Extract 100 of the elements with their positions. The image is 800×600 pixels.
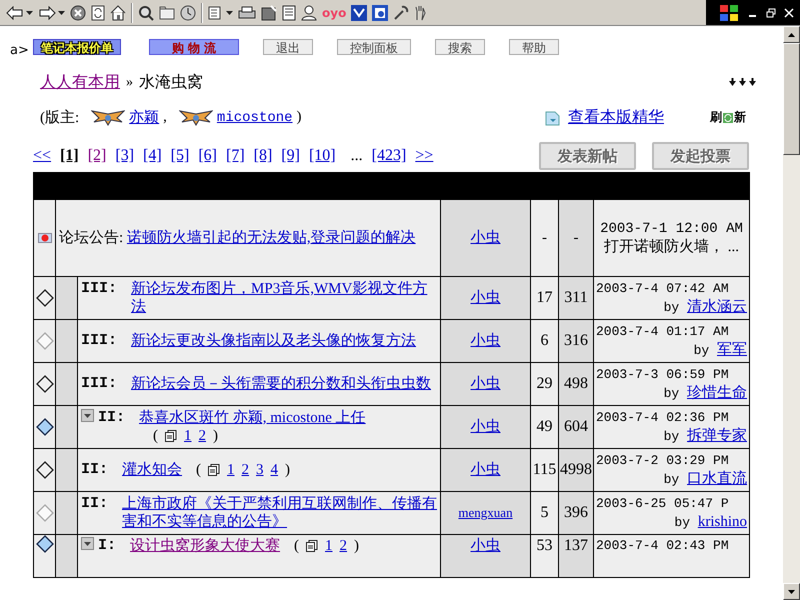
scroll-down-button[interactable] bbox=[783, 583, 800, 600]
nav-prefix: a> bbox=[10, 42, 30, 58]
refresh-label[interactable]: 新 bbox=[734, 109, 746, 126]
scroll-up-button[interactable] bbox=[783, 26, 800, 43]
announcement-label: 论坛公告: bbox=[59, 230, 124, 246]
caret-icon[interactable] bbox=[226, 10, 233, 14]
down-arrows-icon[interactable] bbox=[728, 78, 758, 88]
next-page-link[interactable]: >> bbox=[415, 147, 434, 165]
topic-link[interactable]: 新论坛更改头像指南以及老头像的恢复方法 bbox=[131, 332, 416, 350]
document-icon[interactable] bbox=[282, 4, 296, 20]
topic-page-link[interactable]: 2 bbox=[198, 427, 206, 445]
reply-count: 53 bbox=[536, 537, 552, 554]
topic-link[interactable]: 恭喜水区斑竹 亦颖, micostone 上任 bbox=[139, 409, 366, 427]
scroll-thumb[interactable] bbox=[783, 43, 800, 155]
clock-icon[interactable] bbox=[180, 4, 196, 20]
printer-icon[interactable] bbox=[238, 6, 256, 20]
page-link[interactable]: [3] bbox=[115, 147, 134, 165]
last-poster-link[interactable]: 清水涵云 bbox=[687, 298, 747, 314]
topic-link[interactable]: 新论坛会员－头衔需要的积分数和头衔虫虫数 bbox=[131, 375, 432, 393]
topic-page-link[interactable]: 1 bbox=[184, 427, 192, 445]
by-label: by bbox=[664, 472, 680, 486]
essence-link[interactable]: 查看本版精华 bbox=[568, 107, 664, 128]
topic-link[interactable]: 设计虫窝形象大使大赛 bbox=[130, 537, 280, 555]
back-arrow-icon[interactable] bbox=[6, 6, 24, 20]
restore-icon[interactable] bbox=[766, 8, 776, 18]
topic-page-link[interactable]: 1 bbox=[325, 537, 333, 555]
topic-link[interactable]: 新论坛发布图片，MP3音乐,WMV影视文件方法 bbox=[131, 280, 437, 316]
topic-link[interactable]: 上海市政府《关于严禁利用互联网制作、传播有害和不实等信息的公告》 bbox=[122, 495, 437, 531]
scrollbar-track[interactable] bbox=[783, 26, 800, 600]
page-link[interactable]: [8] bbox=[254, 147, 272, 165]
checkmark-app-icon[interactable] bbox=[351, 4, 368, 20]
author-link[interactable]: 小虫 bbox=[470, 290, 500, 306]
person-icon[interactable] bbox=[301, 4, 317, 20]
view-count: 4998 bbox=[560, 461, 592, 478]
author-link[interactable]: 小虫 bbox=[470, 376, 500, 392]
close-icon[interactable] bbox=[784, 8, 794, 18]
topic-link[interactable]: 灌水知会 bbox=[122, 461, 182, 479]
page-list-bracket: ( bbox=[153, 427, 158, 445]
topic-page-link[interactable]: 1 bbox=[227, 461, 235, 479]
last-poster-link[interactable]: 口水直流 bbox=[687, 470, 747, 486]
first-page-link[interactable]: << bbox=[33, 147, 52, 165]
topic-link[interactable]: 诺顿防火墙引起的无法发贴,登录问题的解决 bbox=[126, 230, 416, 246]
page-link[interactable]: [7] bbox=[226, 147, 245, 165]
forward-arrow-icon[interactable] bbox=[38, 6, 56, 20]
refresh-label[interactable]: 刷 bbox=[710, 109, 722, 126]
winged-badge-icon bbox=[91, 110, 126, 126]
wrench-icon[interactable] bbox=[393, 4, 410, 20]
author-link[interactable]: 小虫 bbox=[470, 419, 500, 435]
page-link[interactable]: [1] bbox=[60, 147, 79, 165]
folder-icon[interactable] bbox=[159, 6, 175, 20]
page-link[interactable]: [423] bbox=[372, 147, 406, 165]
page-icon bbox=[544, 110, 562, 126]
topic-page-link[interactable]: 3 bbox=[256, 461, 264, 479]
page-link[interactable]: [4] bbox=[143, 147, 162, 165]
reply-count: 6 bbox=[540, 332, 548, 349]
windows-logo-icon bbox=[718, 2, 740, 22]
edit-icon[interactable] bbox=[261, 4, 277, 20]
moderator-link[interactable]: micostone bbox=[216, 110, 293, 126]
by-label: by bbox=[664, 386, 680, 400]
action-button[interactable]: 发表新帖 bbox=[539, 142, 636, 170]
refresh-icon[interactable] bbox=[91, 4, 105, 20]
breadcrumb-link[interactable]: 人人有本用 bbox=[40, 72, 120, 93]
page-link[interactable]: [2] bbox=[88, 147, 106, 165]
caret-icon[interactable] bbox=[26, 10, 33, 14]
nav-button[interactable]: 退出 bbox=[263, 39, 313, 55]
topic-page-link[interactable]: 2 bbox=[242, 461, 250, 479]
page-list-bracket: ) bbox=[213, 427, 218, 445]
window-app-icon[interactable] bbox=[372, 4, 388, 20]
last-poster-link[interactable]: krishino bbox=[698, 514, 747, 530]
search-icon[interactable] bbox=[138, 4, 154, 20]
author-link[interactable]: 小虫 bbox=[470, 230, 500, 246]
home-icon[interactable] bbox=[110, 4, 126, 20]
last-post-time: 2003-7-4 02:43 PM bbox=[596, 537, 730, 555]
author-link[interactable]: 小虫 bbox=[470, 333, 500, 349]
nav-button[interactable]: 搜索 bbox=[435, 39, 485, 55]
author-link[interactable]: 小虫 bbox=[470, 462, 500, 478]
last-poster-link[interactable]: 拆弹专家 bbox=[687, 428, 747, 444]
page-ellipsis: ... bbox=[350, 147, 363, 165]
last-poster-link[interactable]: 珍惜生命 bbox=[687, 384, 747, 400]
author-link[interactable]: 小虫 bbox=[470, 538, 500, 554]
nav-button[interactable]: 控制面板 bbox=[337, 39, 411, 55]
page-link[interactable]: [6] bbox=[198, 147, 217, 165]
pages-icon bbox=[165, 430, 178, 442]
announcement-icon bbox=[38, 232, 52, 244]
topic-page-link[interactable]: 4 bbox=[270, 461, 278, 479]
action-button[interactable]: 发起投票 bbox=[652, 142, 749, 170]
stop-icon[interactable] bbox=[70, 4, 86, 20]
nav-button[interactable]: 帮助 bbox=[509, 39, 559, 55]
page-link[interactable]: [5] bbox=[170, 147, 190, 165]
caret-icon[interactable] bbox=[58, 10, 65, 14]
page-link[interactable]: [9] bbox=[281, 147, 300, 165]
topic-page-link[interactable]: 2 bbox=[340, 537, 348, 555]
collapse-icon[interactable] bbox=[81, 409, 94, 422]
caret-icon bbox=[788, 32, 795, 36]
page-link[interactable]: [10] bbox=[308, 147, 336, 165]
collapse-icon[interactable] bbox=[81, 537, 94, 550]
last-poster-link[interactable]: 军军 bbox=[717, 342, 747, 358]
page-list-bracket: ( bbox=[294, 537, 300, 555]
page-list-bracket: ( bbox=[196, 461, 202, 479]
moderator-link[interactable]: 亦颖 bbox=[129, 108, 160, 127]
